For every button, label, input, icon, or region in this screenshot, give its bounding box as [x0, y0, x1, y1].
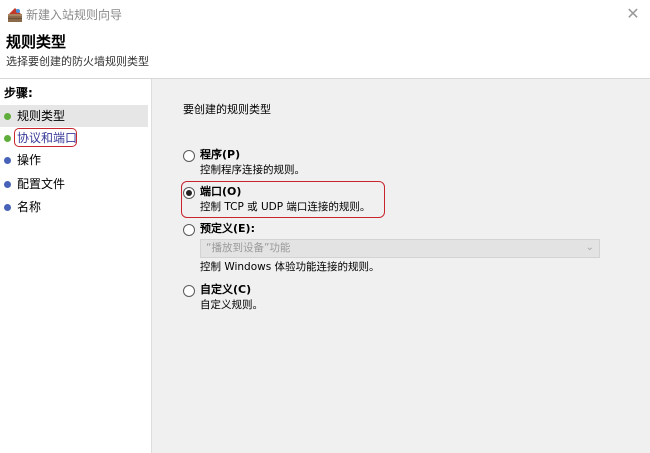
custom-description: 自定义规则。 [200, 299, 263, 311]
program-description: 控制程序连接的规则。 [200, 164, 305, 176]
rule-type-prompt: 要创建的规则类型 [183, 103, 271, 116]
page-header: 规则类型 选择要创建的防火墙规则类型 [0, 30, 650, 79]
main-content: 要创建的规则类型 程序(P) 控制程序连接的规则。 端口(O) 控制 TCP 或… [152, 79, 650, 453]
step-label: 配置文件 [17, 177, 66, 191]
custom-label[interactable]: 自定义(C) [200, 283, 251, 297]
predefined-select[interactable]: “播放到设备”功能 ⌄ [200, 239, 600, 258]
step-label: 规则类型 [17, 109, 66, 123]
step-profile[interactable]: 配置文件 [0, 173, 148, 195]
step-protocol-and-ports[interactable]: 协议和端口 [0, 127, 148, 149]
title-bar: 新建入站规则向导 ✕ [0, 0, 650, 30]
highlight-annotation-ring [181, 181, 385, 218]
step-pending-bullet-icon [4, 157, 11, 164]
predefined-label[interactable]: 预定义(E): [200, 222, 255, 236]
chevron-down-icon: ⌄ [585, 242, 594, 253]
step-label: 名称 [17, 200, 42, 214]
steps-sidebar: 步骤: 规则类型 协议和端口 操作 配置文件 名称 [0, 79, 152, 453]
predefined-description: 控制 Windows 体验功能连接的规则。 [200, 261, 380, 273]
predefined-select-value: “播放到设备”功能 [206, 242, 291, 254]
firewall-wizard-icon [8, 8, 22, 22]
window-title: 新建入站规则向导 [26, 8, 123, 22]
steps-label: 步骤: [4, 86, 33, 100]
step-name[interactable]: 名称 [0, 196, 148, 218]
program-radio[interactable] [183, 150, 195, 162]
step-action[interactable]: 操作 [0, 149, 148, 171]
highlight-annotation-ring [14, 128, 77, 147]
custom-radio[interactable] [183, 285, 195, 297]
program-label[interactable]: 程序(P) [200, 148, 240, 162]
step-pending-bullet-icon [4, 204, 11, 211]
close-button[interactable]: ✕ [622, 3, 644, 25]
page-title: 规则类型 [6, 33, 67, 51]
step-complete-bullet-icon [4, 135, 11, 142]
predefined-radio[interactable] [183, 224, 195, 236]
step-label: 操作 [17, 153, 42, 167]
step-complete-bullet-icon [4, 113, 11, 120]
step-rule-type[interactable]: 规则类型 [0, 105, 148, 127]
page-subtitle: 选择要创建的防火墙规则类型 [6, 55, 149, 68]
close-icon: ✕ [626, 4, 640, 23]
step-pending-bullet-icon [4, 181, 11, 188]
